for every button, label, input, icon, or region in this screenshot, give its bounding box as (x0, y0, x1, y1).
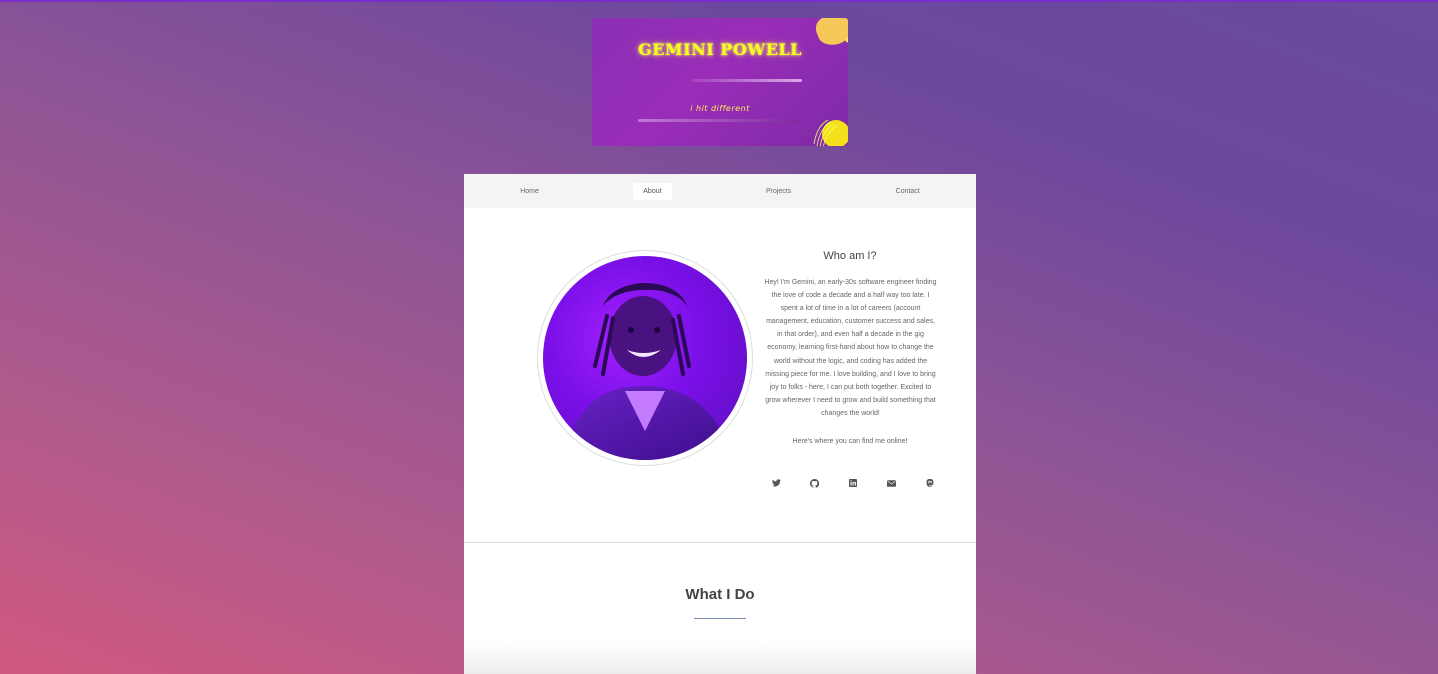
banner-decor-line (638, 119, 802, 122)
nav-item-projects[interactable]: Projects (756, 183, 801, 200)
profile-photo-frame (537, 250, 753, 466)
banner-tagline: i hit different (690, 104, 750, 113)
nav-item-about[interactable]: About (633, 182, 672, 200)
github-link[interactable] (808, 476, 822, 490)
nav-item-home[interactable]: Home (510, 183, 549, 200)
section-divider (464, 542, 976, 543)
twitter-icon (771, 479, 781, 487)
window-top-border (0, 0, 1438, 2)
blob-decoration-icon (813, 119, 848, 146)
social-links (769, 476, 937, 490)
mastodon-icon (926, 479, 934, 487)
email-link[interactable] (885, 476, 899, 490)
about-heading: Who am I? (823, 250, 877, 262)
banner-decor-line (692, 79, 802, 82)
person-portrait-icon (563, 283, 733, 460)
github-icon (810, 478, 819, 488)
about-bio: Hey! I'm Gemini, an early-30s software e… (764, 279, 937, 417)
nav-bar: Home About Projects Contact (464, 174, 976, 208)
linkedin-icon (849, 479, 857, 487)
card-bottom-fade (464, 644, 976, 674)
header-banner: GEMINI POWELL i hit different (592, 18, 848, 146)
main-card: Home About Projects Contact Who am I? He… (464, 174, 976, 674)
nav-item-contact[interactable]: Contact (886, 183, 930, 200)
linkedin-link[interactable] (846, 476, 860, 490)
heading-underline (694, 618, 746, 619)
what-i-do-heading: What I Do (685, 586, 755, 603)
mastodon-link[interactable] (923, 476, 937, 490)
twitter-link[interactable] (769, 476, 783, 490)
find-me-text: Here's where you can find me online! (792, 438, 908, 445)
email-icon (887, 479, 896, 487)
banner-title: GEMINI POWELL (638, 40, 802, 59)
profile-photo (543, 256, 747, 460)
